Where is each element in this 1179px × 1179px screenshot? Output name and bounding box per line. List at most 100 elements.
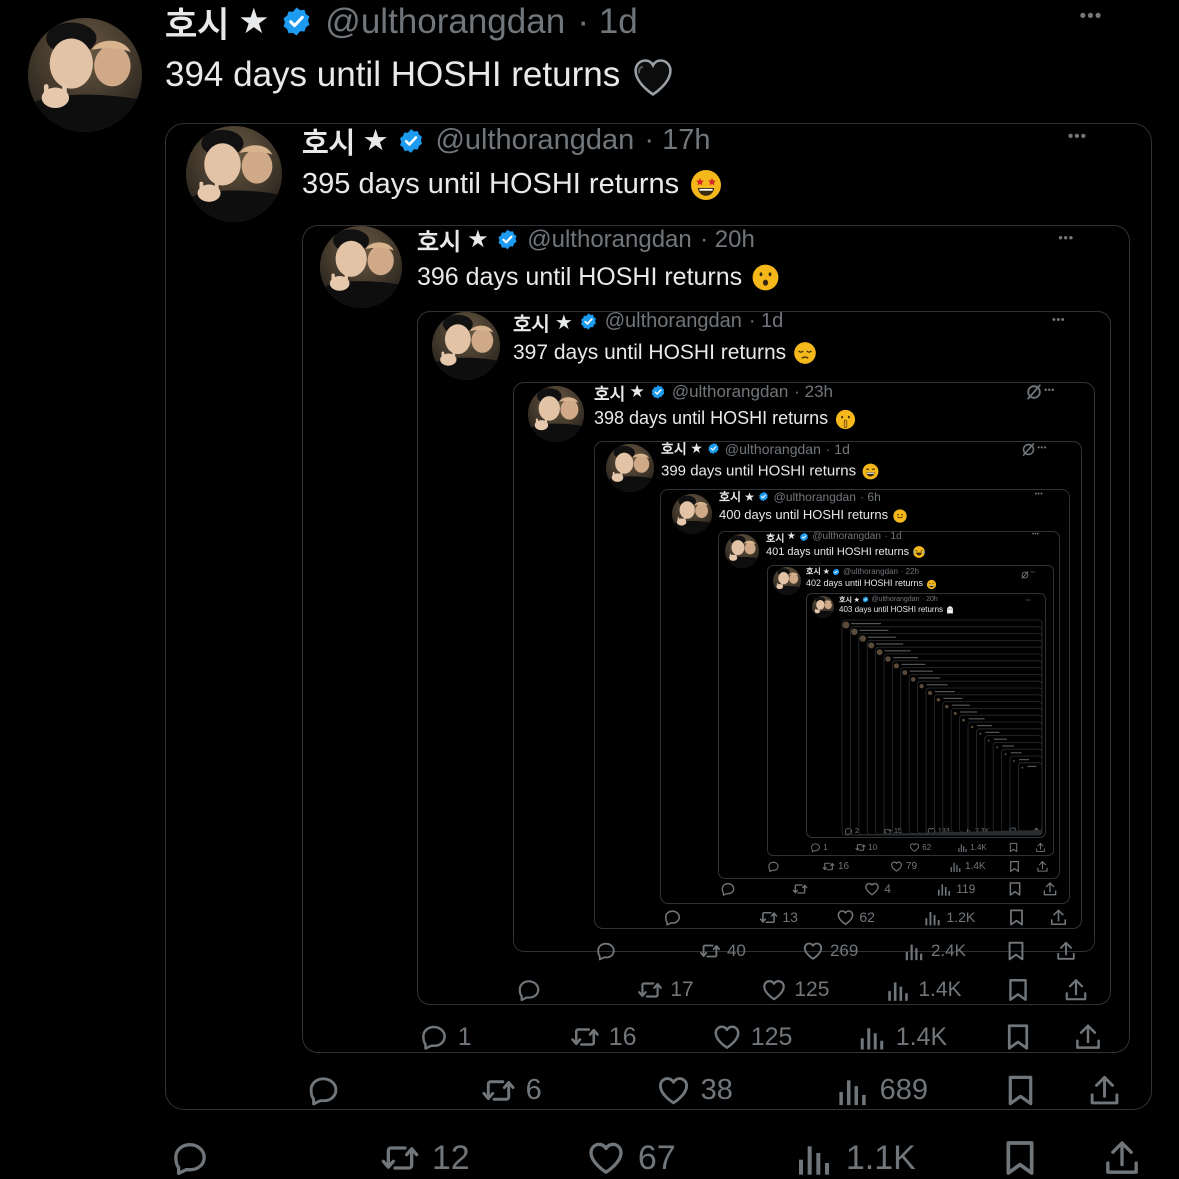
display-name[interactable]: 호시: [417, 222, 461, 257]
share-button[interactable]: [1036, 860, 1049, 873]
display-name[interactable]: 호시: [766, 530, 784, 545]
avatar[interactable]: [606, 444, 654, 492]
views-button[interactable]: 1.2K: [923, 908, 975, 927]
timestamp[interactable]: · 6h: [860, 490, 881, 504]
like-button[interactable]: 67: [586, 1138, 676, 1178]
handle[interactable]: @ulthorangdan: [527, 226, 691, 254]
reply-button[interactable]: [720, 881, 740, 897]
heart-icon: [586, 1138, 626, 1178]
more-icon[interactable]: •••: [1030, 569, 1035, 574]
share-button[interactable]: [1087, 1073, 1122, 1108]
more-icon[interactable]: •••: [1058, 230, 1074, 245]
display-name[interactable]: 호시: [513, 308, 550, 337]
views-button[interactable]: 1.4K: [885, 977, 962, 1003]
display-name[interactable]: 호시: [719, 488, 741, 505]
views-button[interactable]: 1.4K: [949, 860, 986, 873]
timestamp[interactable]: · 1d: [826, 441, 850, 457]
bookmark-button[interactable]: [1008, 860, 1021, 873]
retweet-button[interactable]: 12: [380, 1138, 470, 1178]
share-button[interactable]: [1042, 881, 1058, 897]
bookmark-button[interactable]: [1003, 1022, 1033, 1052]
retweet-button[interactable]: [792, 881, 812, 897]
tweet-text-content: 399 days until HOSHI returns: [661, 462, 857, 480]
timestamp[interactable]: · 1d: [577, 2, 637, 42]
more-icon[interactable]: •••: [1032, 532, 1039, 538]
avatar[interactable]: [186, 126, 282, 222]
like-button[interactable]: 38: [656, 1073, 733, 1108]
reply-button[interactable]: [595, 940, 623, 962]
bookmark-button[interactable]: [1005, 977, 1031, 1003]
share-button[interactable]: [1055, 940, 1077, 962]
grok-icon[interactable]: [1020, 441, 1037, 463]
like-button[interactable]: 125: [761, 977, 829, 1003]
bookmark-button[interactable]: [1005, 940, 1027, 962]
like-button[interactable]: 62: [836, 908, 875, 927]
timestamp[interactable]: · 20h: [700, 226, 755, 254]
reply-button[interactable]: 1: [419, 1022, 472, 1052]
share-button[interactable]: [1049, 908, 1068, 927]
like-button[interactable]: 269: [802, 940, 858, 962]
views-button[interactable]: 119: [936, 881, 975, 897]
timestamp[interactable]: · 1d: [884, 531, 901, 542]
timestamp[interactable]: · 1d: [749, 310, 783, 333]
share-button[interactable]: [1063, 977, 1089, 1003]
timestamp[interactable]: · 17h: [644, 124, 710, 157]
timestamp[interactable]: · 23h: [794, 382, 833, 402]
reply-button[interactable]: [516, 977, 549, 1003]
handle[interactable]: @ulthorangdan: [843, 567, 898, 576]
bookmark-button[interactable]: [1007, 881, 1023, 897]
reply-button[interactable]: [663, 908, 687, 927]
bookmark-button[interactable]: [1007, 908, 1026, 927]
handle[interactable]: @ulthorangdan: [725, 441, 821, 457]
like-button[interactable]: 125: [712, 1022, 792, 1052]
retweet-button[interactable]: 40: [699, 940, 746, 962]
handle[interactable]: @ulthorangdan: [812, 531, 881, 542]
more-icon[interactable]: •••: [1044, 385, 1055, 395]
more-icon[interactable]: •••: [1037, 443, 1047, 452]
handle[interactable]: @ulthorangdan: [672, 382, 789, 402]
grok-icon[interactable]: [1024, 382, 1044, 407]
avatar[interactable]: [432, 312, 500, 380]
avatar[interactable]: [773, 567, 801, 595]
retweet-icon: [380, 1138, 420, 1178]
share-button[interactable]: [1073, 1022, 1103, 1052]
reply-button[interactable]: 1: [810, 842, 828, 853]
reply-button[interactable]: [306, 1073, 351, 1108]
display-name[interactable]: 호시: [302, 120, 355, 162]
views-button[interactable]: 2.4K: [903, 940, 966, 962]
views-button[interactable]: 689: [835, 1073, 928, 1108]
like-button[interactable]: 4: [864, 881, 891, 897]
retweet-button[interactable]: 16: [822, 860, 849, 873]
handle[interactable]: @ulthorangdan: [325, 2, 565, 42]
bookmark-button[interactable]: [1000, 1138, 1040, 1178]
more-icon[interactable]: •••: [1068, 128, 1087, 146]
like-button[interactable]: 79: [890, 860, 917, 873]
avatar[interactable]: [320, 226, 402, 308]
avatar[interactable]: [528, 386, 584, 442]
retweet-button[interactable]: 17: [637, 977, 694, 1003]
timestamp[interactable]: · 22h: [901, 567, 919, 576]
avatar[interactable]: [28, 18, 142, 132]
display-name[interactable]: 호시: [165, 0, 229, 48]
avatar[interactable]: [725, 534, 759, 568]
reply-button[interactable]: [767, 860, 784, 873]
views-button[interactable]: 1.4K: [857, 1022, 947, 1052]
retweet-button[interactable]: 6: [481, 1073, 542, 1108]
handle[interactable]: @ulthorangdan: [605, 310, 742, 333]
handle[interactable]: @ulthorangdan: [774, 490, 856, 504]
display-name[interactable]: 호시: [806, 566, 821, 577]
avatar[interactable]: [672, 494, 712, 534]
display-name[interactable]: 호시: [661, 439, 687, 459]
more-icon[interactable]: •••: [1052, 314, 1065, 326]
reply-button[interactable]: [170, 1138, 222, 1178]
more-icon[interactable]: •••: [1035, 491, 1043, 498]
bookmark-button[interactable]: [1003, 1073, 1038, 1108]
grok-icon[interactable]: [1020, 567, 1030, 585]
share-button[interactable]: [1102, 1138, 1142, 1178]
views-button[interactable]: 1.1K: [794, 1138, 916, 1178]
handle[interactable]: @ulthorangdan: [435, 124, 634, 157]
more-icon[interactable]: •••: [1080, 6, 1103, 28]
display-name[interactable]: 호시: [594, 380, 625, 405]
retweet-button[interactable]: 16: [570, 1022, 637, 1052]
retweet-button[interactable]: 13: [759, 908, 798, 927]
